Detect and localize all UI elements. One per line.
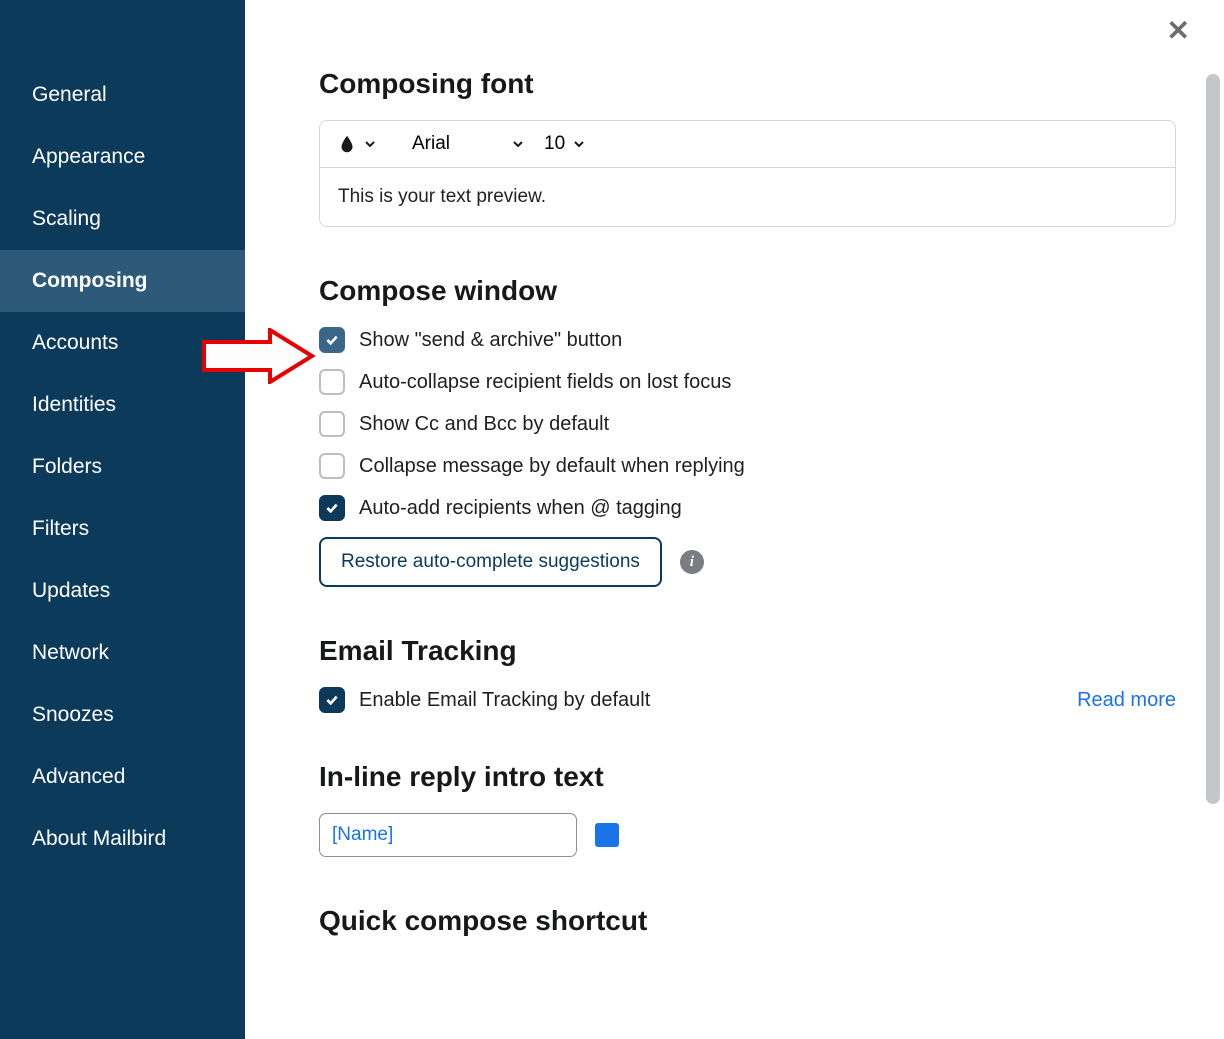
check-icon — [324, 332, 340, 348]
check-icon — [324, 500, 340, 516]
checkbox-collapse-reply[interactable] — [319, 453, 345, 479]
checkbox-auto-add-recipients[interactable] — [319, 495, 345, 521]
sidebar-item-accounts[interactable]: Accounts — [0, 312, 245, 374]
section-title-inline-reply: In-line reply intro text — [319, 761, 1176, 793]
scrollbar-thumb[interactable] — [1206, 74, 1220, 804]
option-collapse-reply: Collapse message by default when replyin… — [319, 453, 1176, 479]
sidebar-item-composing[interactable]: Composing — [0, 250, 245, 312]
check-icon — [324, 692, 340, 708]
checkbox-email-tracking[interactable] — [319, 687, 345, 713]
settings-main: Composing font Arial 10 This is your tex… — [245, 0, 1224, 1039]
close-button[interactable]: ✕ — [1167, 14, 1190, 47]
checkbox-auto-collapse[interactable] — [319, 369, 345, 395]
font-toolbar: Arial 10 — [320, 121, 1175, 168]
color-picker-dropdown[interactable] — [336, 133, 386, 155]
checkbox-send-archive[interactable] — [319, 327, 345, 353]
sidebar-item-folders[interactable]: Folders — [0, 436, 245, 498]
sidebar-item-network[interactable]: Network — [0, 622, 245, 684]
checkbox-show-cc-bcc[interactable] — [319, 411, 345, 437]
composing-font-box: Arial 10 This is your text preview. — [319, 120, 1176, 227]
drop-icon — [336, 133, 358, 155]
sidebar-item-about[interactable]: About Mailbird — [0, 808, 245, 870]
sidebar-item-filters[interactable]: Filters — [0, 498, 245, 560]
section-title-compose-window: Compose window — [319, 275, 1176, 307]
font-size-label: 10 — [544, 133, 565, 155]
chevron-down-icon — [510, 136, 526, 152]
checkbox-label: Enable Email Tracking by default — [359, 689, 650, 712]
read-more-link[interactable]: Read more — [1077, 689, 1176, 712]
font-size-dropdown[interactable]: 10 — [532, 133, 587, 155]
option-email-tracking: Enable Email Tracking by default — [319, 687, 650, 713]
font-name-label: Arial — [412, 133, 502, 155]
checkbox-label: Auto-collapse recipient fields on lost f… — [359, 371, 731, 394]
sidebar-item-general[interactable]: General — [0, 64, 245, 126]
section-title-quick-compose: Quick compose shortcut — [319, 905, 1176, 937]
option-send-archive: Show "send & archive" button — [319, 327, 1176, 353]
checkbox-label: Show "send & archive" button — [359, 329, 622, 352]
restore-autocomplete-button[interactable]: Restore auto-complete suggestions — [319, 537, 662, 587]
inline-reply-input[interactable] — [319, 813, 577, 857]
chevron-down-icon — [571, 136, 587, 152]
option-auto-collapse: Auto-collapse recipient fields on lost f… — [319, 369, 1176, 395]
section-title-email-tracking: Email Tracking — [319, 635, 1176, 667]
option-show-cc-bcc: Show Cc and Bcc by default — [319, 411, 1176, 437]
checkbox-label: Show Cc and Bcc by default — [359, 413, 609, 436]
sidebar-item-appearance[interactable]: Appearance — [0, 126, 245, 188]
section-title-composing-font: Composing font — [319, 68, 1176, 100]
info-icon[interactable]: i — [680, 550, 704, 574]
sidebar-item-scaling[interactable]: Scaling — [0, 188, 245, 250]
option-auto-add-recipients: Auto-add recipients when @ tagging — [319, 495, 1176, 521]
sidebar-item-identities[interactable]: Identities — [0, 374, 245, 436]
settings-sidebar: General Appearance Scaling Composing Acc… — [0, 0, 245, 1039]
font-family-dropdown[interactable]: Arial — [392, 133, 526, 155]
checkbox-label: Collapse message by default when replyin… — [359, 455, 745, 478]
sidebar-item-advanced[interactable]: Advanced — [0, 746, 245, 808]
sidebar-item-updates[interactable]: Updates — [0, 560, 245, 622]
sidebar-item-snoozes[interactable]: Snoozes — [0, 684, 245, 746]
inline-reply-color-swatch[interactable] — [595, 823, 619, 847]
checkbox-label: Auto-add recipients when @ tagging — [359, 497, 682, 520]
chevron-down-icon — [362, 136, 378, 152]
font-preview-text: This is your text preview. — [320, 168, 1175, 226]
